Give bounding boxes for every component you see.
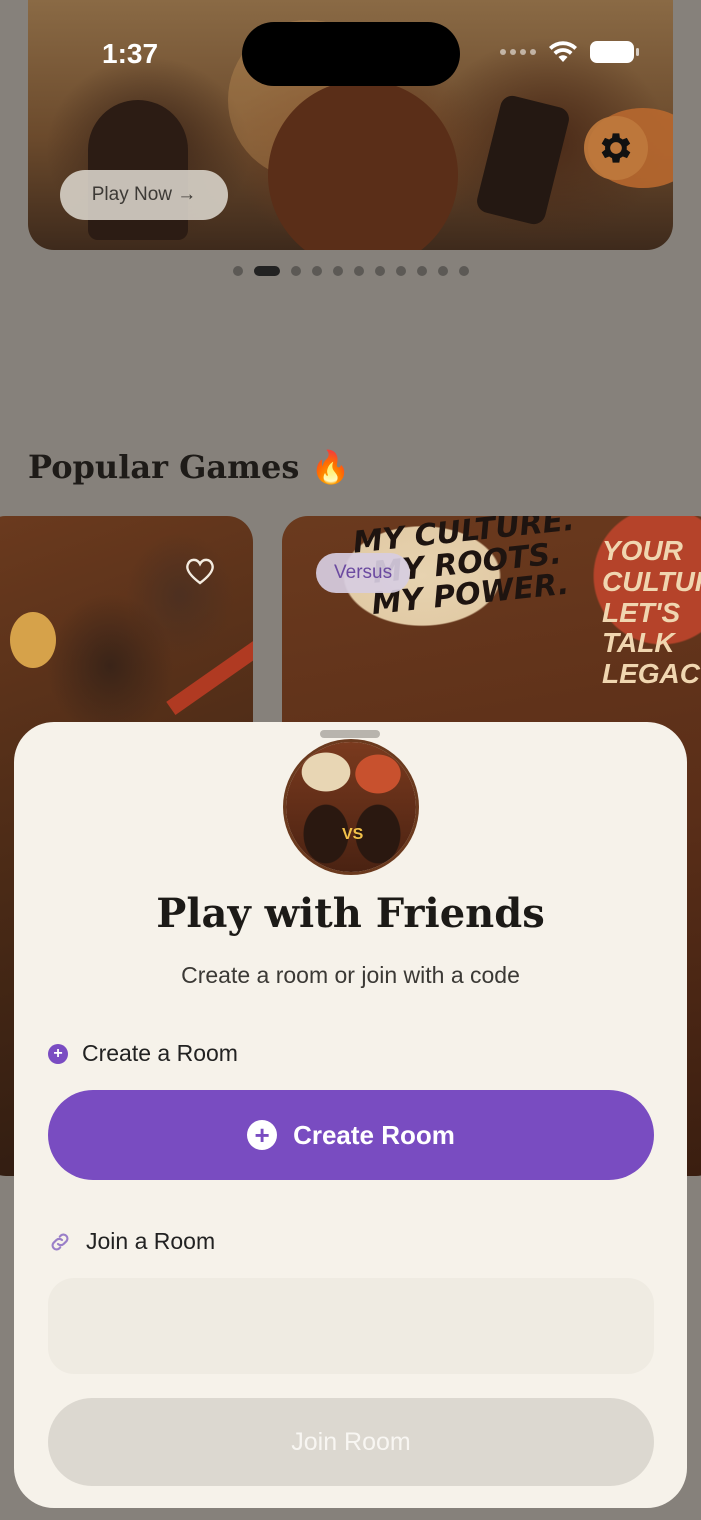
card-art-text: YOUR CULTURE. LET'S TALK LEGACY!: [602, 535, 701, 690]
join-room-section-label: Join a Room: [48, 1228, 215, 1255]
versus-badge: Versus: [316, 553, 411, 593]
versus-badge-label: Versus: [334, 562, 393, 583]
carousel-dot[interactable]: [353, 266, 364, 276]
create-room-button-label: Create Room: [293, 1119, 455, 1150]
link-icon: [51, 1233, 69, 1250]
battery-icon: [590, 41, 639, 63]
sheet-subtitle: Create a room or join with a code: [181, 962, 520, 988]
sheet-title: Play with Friends: [156, 890, 545, 937]
hero-art-figure: [268, 80, 458, 250]
carousel-dot[interactable]: [437, 266, 448, 276]
join-room-button-label: Join Room: [291, 1427, 411, 1456]
popular-games-title: Popular Games 🔥: [28, 448, 351, 486]
hero-art-phone: [474, 93, 572, 227]
avatar-art-vs: VS: [342, 826, 364, 843]
create-room-section-label: + Create a Room: [48, 1040, 238, 1067]
room-code-input[interactable]: [48, 1278, 654, 1374]
carousel-dot[interactable]: [395, 266, 406, 276]
dynamic-island: [242, 22, 460, 86]
join-room-button[interactable]: Join Room: [48, 1398, 654, 1486]
carousel-dot[interactable]: [232, 266, 243, 276]
play-now-label: Play Now →: [91, 184, 197, 205]
card-art-stripe: [166, 633, 253, 715]
carousel-page-indicator[interactable]: [0, 266, 701, 276]
create-room-section-text: Create a Room: [82, 1040, 238, 1066]
signal-icon: [500, 49, 536, 55]
play-with-friends-sheet: VS Play with Friends Create a room or jo…: [14, 722, 687, 1508]
create-room-button[interactable]: + Create Room: [48, 1090, 654, 1180]
card-art-lightbulb: [10, 612, 56, 668]
carousel-dot[interactable]: [332, 266, 343, 276]
carousel-dot[interactable]: [374, 266, 385, 276]
status-icons: [500, 40, 639, 64]
carousel-dot[interactable]: [311, 266, 322, 276]
app-screen: Play Now → 1:37 Popular Games 🔥 MY CULTU…: [0, 0, 701, 1520]
game-avatar-image: VS: [286, 742, 416, 872]
sheet-grabber[interactable]: [320, 730, 380, 738]
settings-button[interactable]: [584, 116, 648, 180]
carousel-dot[interactable]: [290, 266, 301, 276]
carousel-dot[interactable]: [458, 266, 469, 276]
plus-circle-icon: +: [247, 1120, 278, 1150]
carousel-dot[interactable]: [416, 266, 427, 276]
join-room-section-text: Join a Room: [86, 1228, 216, 1254]
play-now-button[interactable]: Play Now →: [60, 170, 228, 220]
heart-outline-icon[interactable]: [184, 556, 216, 586]
plus-circle-icon: +: [48, 1043, 68, 1064]
status-time: 1:37: [102, 38, 159, 69]
carousel-dot[interactable]: [253, 266, 280, 276]
gear-icon: [601, 133, 631, 163]
wifi-icon: [549, 41, 577, 62]
